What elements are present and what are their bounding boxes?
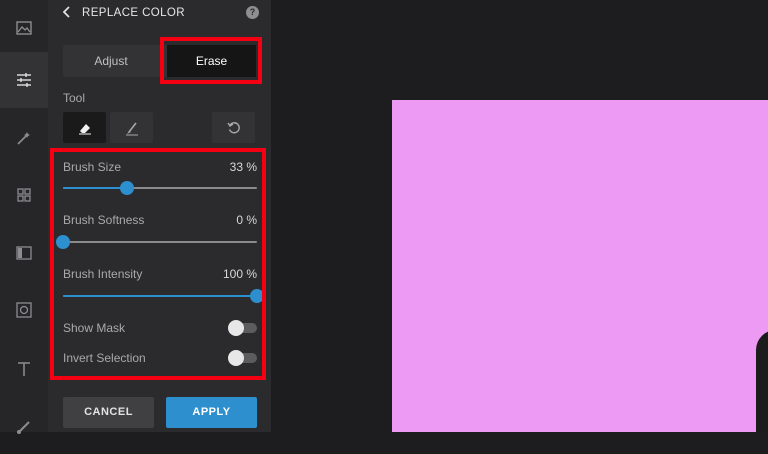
rail-adjust-button[interactable]	[0, 52, 48, 108]
invert-selection-toggle[interactable]	[228, 350, 257, 366]
brush-softness-value: 0 %	[236, 213, 257, 227]
reset-button[interactable]	[212, 112, 255, 143]
rail-grid-button[interactable]	[0, 167, 48, 223]
brush-intensity-value: 100 %	[222, 267, 257, 281]
show-mask-toggle[interactable]	[228, 320, 257, 336]
brush-softness-slider[interactable]	[56, 235, 257, 249]
brush-size-value: 33 %	[229, 160, 257, 174]
tool-section-label: Tool	[63, 91, 86, 105]
image-icon	[16, 21, 32, 35]
cancel-button[interactable]: CANCEL	[63, 397, 154, 428]
toggle-knob	[228, 320, 244, 336]
brush-tool-button[interactable]	[110, 112, 153, 143]
brush-softness-knob[interactable]	[56, 235, 70, 249]
brush-icon	[125, 122, 138, 135]
rail-brush-button[interactable]	[0, 398, 48, 454]
eraser-tool-button[interactable]	[63, 112, 106, 143]
help-icon[interactable]: ?	[246, 6, 259, 19]
panel-header: REPLACE COLOR ?	[48, 0, 271, 28]
rail-text-button[interactable]	[0, 341, 48, 397]
frame-icon	[16, 302, 32, 318]
tab-erase[interactable]: Erase	[167, 45, 256, 77]
toggle-knob	[228, 350, 244, 366]
image-canvas[interactable]	[271, 0, 768, 432]
text-icon	[18, 362, 30, 376]
brush-size-knob[interactable]	[120, 181, 135, 195]
brush-intensity-fill	[63, 295, 257, 297]
apply-button[interactable]: APPLY	[166, 397, 257, 428]
eraser-icon	[78, 123, 91, 134]
photo-preview	[392, 100, 768, 432]
brush-intensity-label: Brush Intensity	[63, 267, 143, 281]
brush-softness-label: Brush Softness	[63, 213, 145, 227]
brush-size-fill	[63, 187, 128, 189]
brush-intensity-knob[interactable]	[250, 289, 264, 303]
tab-adjust[interactable]: Adjust	[63, 45, 159, 77]
reset-icon	[226, 121, 240, 133]
brush-size-label: Brush Size	[63, 160, 122, 174]
film-icon	[16, 246, 32, 260]
back-chevron-icon[interactable]	[60, 5, 74, 19]
invert-selection-label: Invert Selection	[63, 351, 146, 365]
magic-wand-icon	[17, 132, 30, 145]
rail-image-button[interactable]	[0, 0, 48, 56]
grid-icon	[17, 188, 31, 202]
replace-color-panel: REPLACE COLOR ? Adjust Erase Tool Brush …	[48, 0, 271, 432]
brush-intensity-slider[interactable]	[63, 289, 264, 303]
adjust-sliders-icon	[17, 73, 31, 87]
show-mask-label: Show Mask	[63, 321, 126, 335]
rail-frame-button[interactable]	[0, 282, 48, 338]
rail-magic-button[interactable]	[0, 110, 48, 166]
tool-rail	[0, 0, 48, 434]
rail-film-button[interactable]	[0, 225, 48, 281]
mode-tabs: Adjust Erase	[63, 45, 256, 77]
person-silhouette	[756, 330, 768, 432]
panel-title: REPLACE COLOR	[82, 7, 185, 19]
brush-icon	[17, 421, 30, 434]
brush-size-slider[interactable]	[63, 181, 257, 195]
